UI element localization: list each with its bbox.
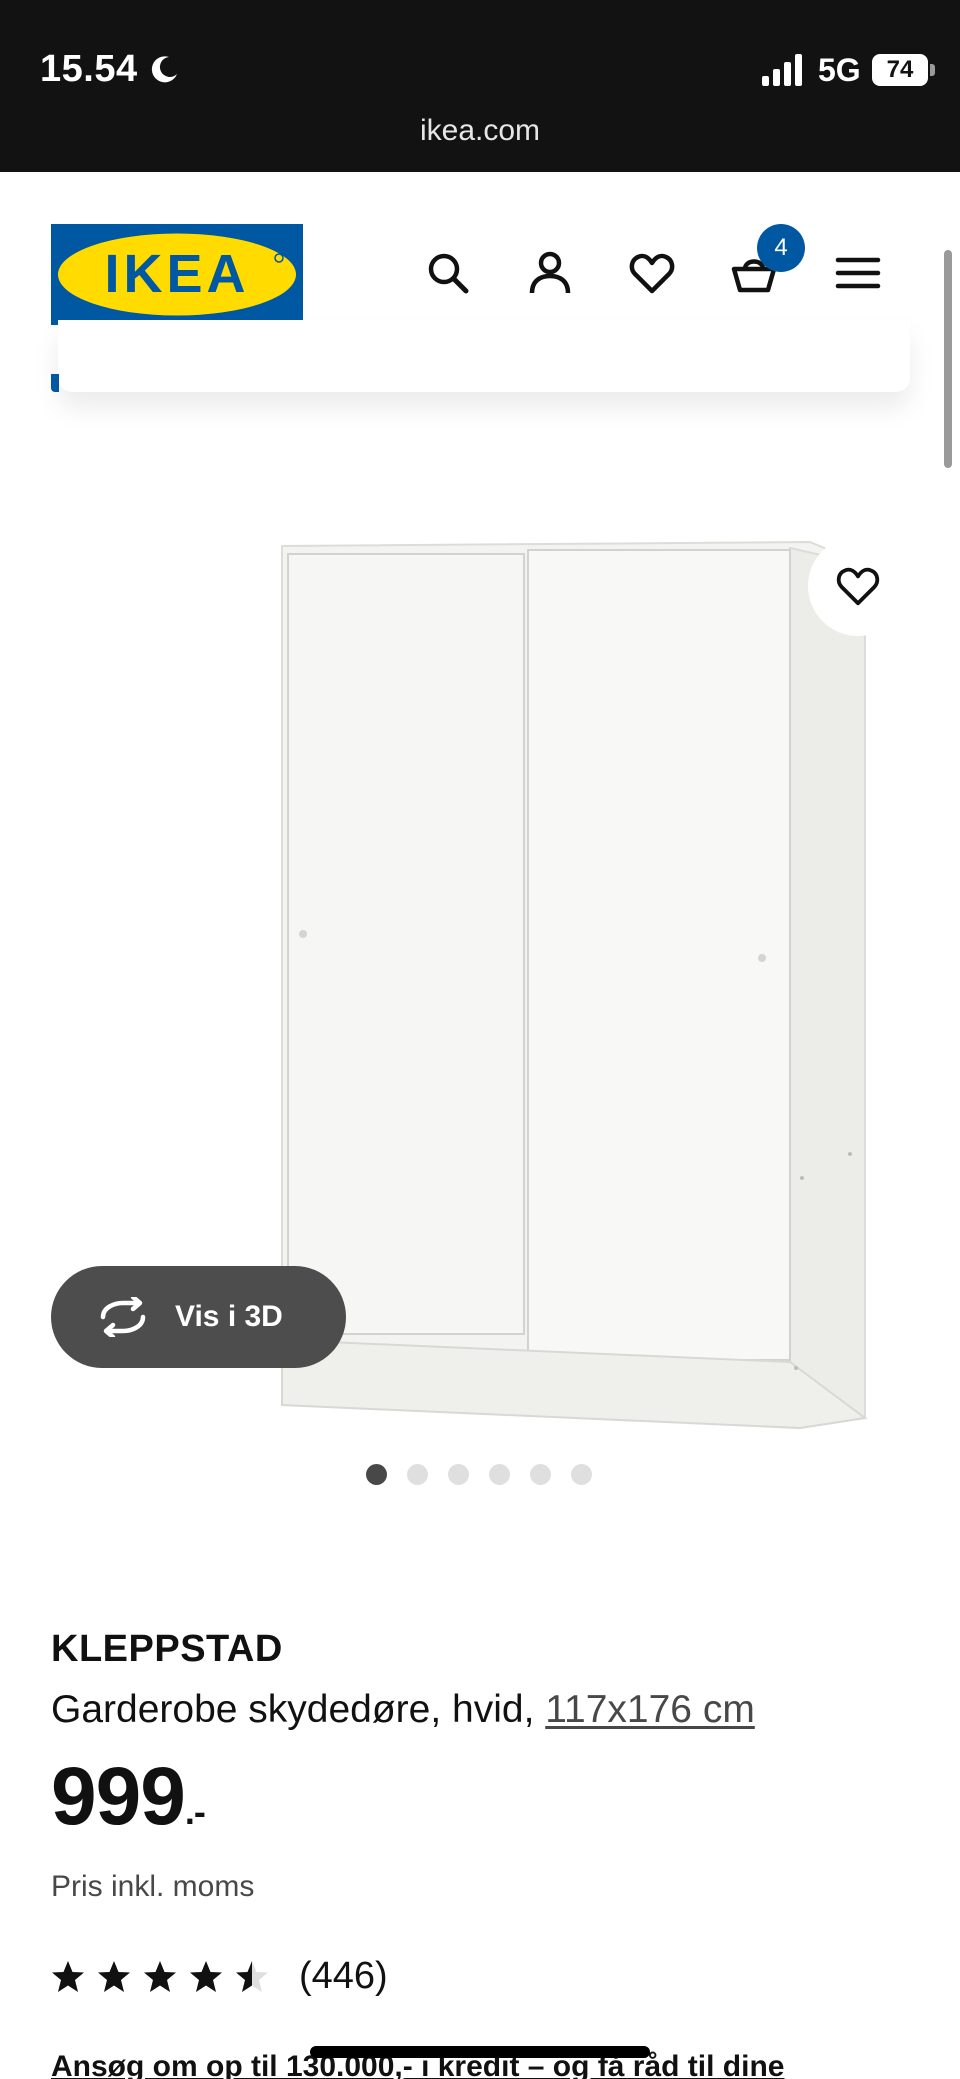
product-name: KLEPPSTAD — [51, 1628, 283, 1670]
signal-icon — [762, 54, 802, 86]
battery-icon: 74 — [872, 54, 928, 86]
ikea-logo[interactable]: IKEA — [51, 224, 303, 325]
network-label: 5G — [818, 52, 861, 88]
product-type: Garderobe skydedøre, hvid, — [51, 1688, 546, 1731]
battery-tip — [930, 64, 935, 76]
banner-accent — [51, 374, 59, 392]
carousel-dots — [366, 1464, 592, 1488]
rating-stars — [51, 1960, 281, 1994]
star-icon — [236, 1960, 268, 1992]
svg-text:IKEA: IKEA — [104, 244, 249, 304]
collapsed-banner — [58, 320, 910, 392]
product-description: Garderobe skydedøre, hvid, 117x176 cm — [51, 1688, 755, 1732]
heart-icon — [629, 253, 675, 294]
product-rating[interactable]: (446) — [51, 1955, 388, 1998]
carousel-dot[interactable] — [489, 1464, 510, 1485]
price-suffix: .- — [184, 1791, 206, 1832]
carousel-dot[interactable] — [407, 1464, 428, 1485]
price-note: Pris inkl. moms — [51, 1870, 255, 1903]
carousel-dot[interactable] — [366, 1464, 387, 1485]
product-price: 999.- — [51, 1756, 206, 1838]
star-icon — [52, 1960, 84, 1992]
account-button[interactable] — [517, 240, 583, 306]
hamburger-icon — [835, 257, 881, 289]
save-to-favourites-button[interactable] — [808, 536, 908, 636]
url-bar[interactable]: ikea.com — [0, 114, 960, 148]
home-indicator — [310, 2046, 650, 2058]
view-in-3d-button[interactable]: Vis i 3D — [51, 1266, 346, 1368]
favourites-button[interactable] — [619, 240, 685, 306]
status-time: 15.54 — [40, 48, 138, 90]
moon-icon — [151, 56, 177, 83]
search-button[interactable] — [415, 240, 481, 306]
cart-count-badge: 4 — [757, 224, 805, 272]
carousel-dot[interactable] — [448, 1464, 469, 1485]
view-in-3d-label: Vis i 3D — [175, 1300, 283, 1333]
star-icon — [190, 1960, 222, 1992]
user-icon — [529, 251, 571, 294]
price-value: 999 — [51, 1751, 186, 1842]
heart-icon — [836, 567, 880, 606]
star-icon — [144, 1960, 176, 1992]
product-size-link[interactable]: 117x176 cm — [545, 1688, 755, 1731]
search-icon — [428, 253, 469, 294]
carousel-dot[interactable] — [571, 1464, 592, 1485]
rotate-3d-icon — [100, 1297, 146, 1337]
review-count: (446) — [299, 1955, 388, 1997]
star-icon — [98, 1960, 130, 1992]
carousel-dot[interactable] — [530, 1464, 551, 1485]
menu-button[interactable] — [825, 240, 891, 306]
